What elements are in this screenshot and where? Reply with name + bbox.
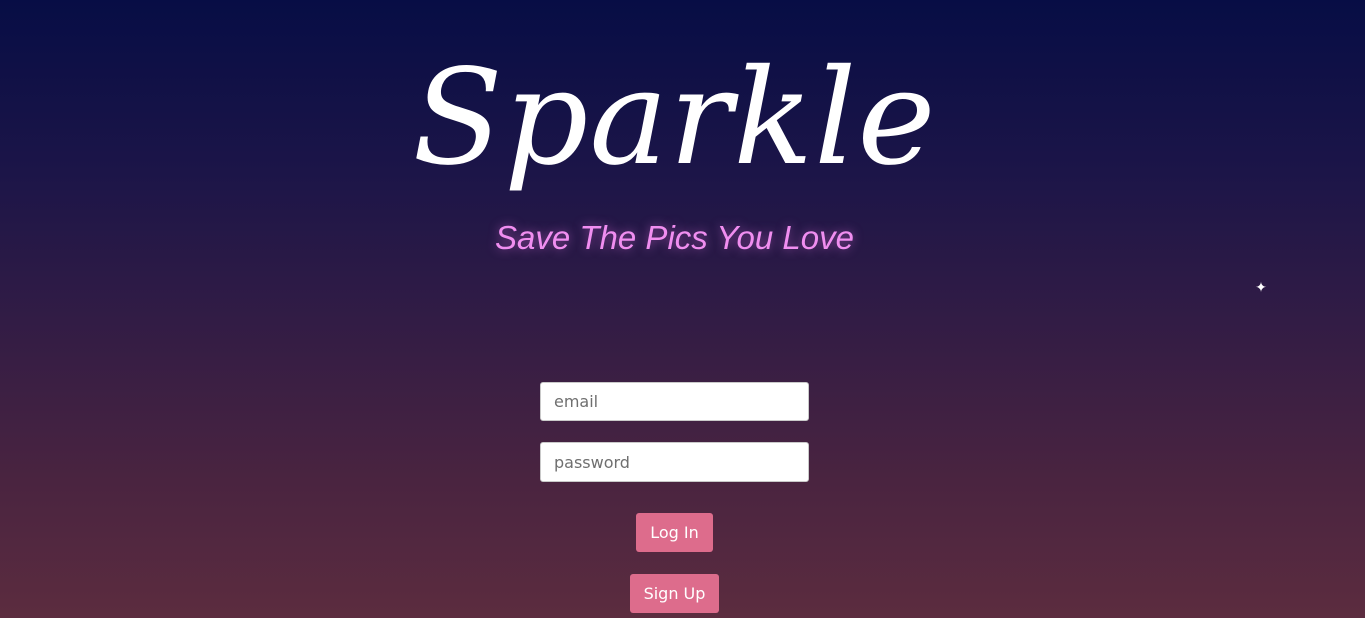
- logo: Sparkle: [412, 41, 937, 195]
- sparkle-icon: ✦: [1255, 280, 1267, 296]
- email-field[interactable]: [540, 382, 809, 421]
- tagline: Save The Pics You Love: [495, 219, 854, 256]
- signup-button[interactable]: Sign Up: [630, 574, 719, 613]
- login-button[interactable]: Log In: [636, 513, 713, 552]
- password-field[interactable]: [540, 442, 809, 482]
